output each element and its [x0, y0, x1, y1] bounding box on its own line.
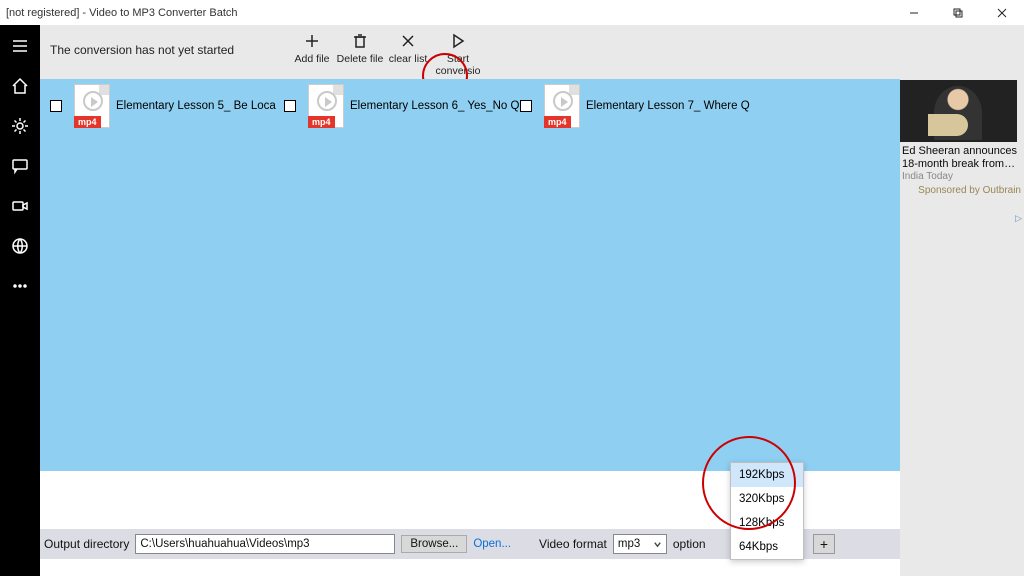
file-icon: mp4 [308, 84, 344, 128]
file-item[interactable]: mp4 Elementary Lesson 5_ Be Loca [50, 84, 276, 128]
ad-image[interactable] [900, 80, 1017, 142]
bitrate-option[interactable]: 128Kbps [731, 511, 803, 535]
toolbar: The conversion has not yet started Add f… [40, 25, 900, 79]
file-checkbox[interactable] [50, 100, 62, 112]
gear-icon[interactable] [9, 115, 31, 137]
adchoices-icon[interactable]: ▷ [1015, 213, 1022, 224]
delete-file-button[interactable]: Delete file [336, 29, 384, 77]
output-directory-label: Output directory [44, 537, 129, 551]
menu-icon[interactable] [9, 35, 31, 57]
file-name: Elementary Lesson 7_ Where Q [586, 100, 750, 112]
start-conversion-label: Start conversio [432, 53, 484, 77]
bitrate-option[interactable]: 64Kbps [731, 535, 803, 559]
add-file-button[interactable]: Add file [288, 29, 336, 77]
ad-headline[interactable]: Ed Sheeran announces 18-month break from… [900, 142, 1024, 171]
trash-icon [352, 33, 368, 49]
home-icon[interactable] [9, 75, 31, 97]
open-link[interactable]: Open... [473, 538, 511, 550]
bitrate-option[interactable]: 192Kbps [731, 463, 803, 487]
file-item[interactable]: mp4 Elementary Lesson 7_ Where Q [520, 84, 750, 128]
clear-list-label: clear list [389, 53, 428, 65]
add-file-label: Add file [294, 53, 329, 65]
video-format-label: Video format [539, 537, 607, 551]
ad-sponsor: Sponsored by Outbrain [900, 182, 1024, 196]
start-conversion-button[interactable]: Start conversio [432, 29, 484, 77]
clear-list-button[interactable]: clear list [384, 29, 432, 77]
video-icon[interactable] [9, 195, 31, 217]
file-checkbox[interactable] [520, 100, 532, 112]
window-title: [not registered] - Video to MP3 Converte… [6, 7, 238, 19]
file-item[interactable]: mp4 Elementary Lesson 6_ Yes_No Q [284, 84, 519, 128]
minimize-button[interactable] [892, 0, 936, 25]
delete-file-label: Delete file [337, 53, 384, 65]
window-controls [892, 0, 1024, 25]
play-icon [450, 33, 466, 49]
file-name: Elementary Lesson 5_ Be Loca [116, 100, 276, 112]
video-format-value: mp3 [618, 538, 640, 550]
badge: mp4 [544, 116, 571, 128]
ad-panel: Ed Sheeran announces 18-month break from… [900, 25, 1024, 576]
badge: mp4 [308, 116, 335, 128]
option-label: option [673, 537, 706, 551]
browse-button[interactable]: Browse... [401, 535, 467, 553]
sidebar [0, 25, 40, 576]
close-button[interactable] [980, 0, 1024, 25]
file-icon: mp4 [544, 84, 580, 128]
chevron-down-icon [653, 540, 662, 549]
ad-source: India Today [900, 171, 1024, 182]
title-bar: [not registered] - Video to MP3 Converte… [0, 0, 1024, 25]
status-text: The conversion has not yet started [50, 43, 234, 57]
file-icon: mp4 [74, 84, 110, 128]
more-icon[interactable] [9, 275, 31, 297]
video-format-select[interactable]: mp3 [613, 534, 667, 554]
maximize-button[interactable] [936, 0, 980, 25]
plus-button[interactable]: + [813, 534, 835, 554]
badge: mp4 [74, 116, 101, 128]
x-icon [400, 33, 416, 49]
file-name: Elementary Lesson 6_ Yes_No Q [350, 100, 519, 112]
file-checkbox[interactable] [284, 100, 296, 112]
chat-icon[interactable] [9, 155, 31, 177]
file-list-area: mp4 Elementary Lesson 5_ Be Loca mp4 Ele… [40, 79, 900, 471]
globe-icon[interactable] [9, 235, 31, 257]
output-directory-field[interactable]: C:\Users\huahuahua\Videos\mp3 [135, 534, 395, 554]
bitrate-dropdown[interactable]: 192Kbps 320Kbps 128Kbps 64Kbps [730, 462, 804, 560]
bitrate-option[interactable]: 320Kbps [731, 487, 803, 511]
plus-icon [304, 33, 320, 49]
